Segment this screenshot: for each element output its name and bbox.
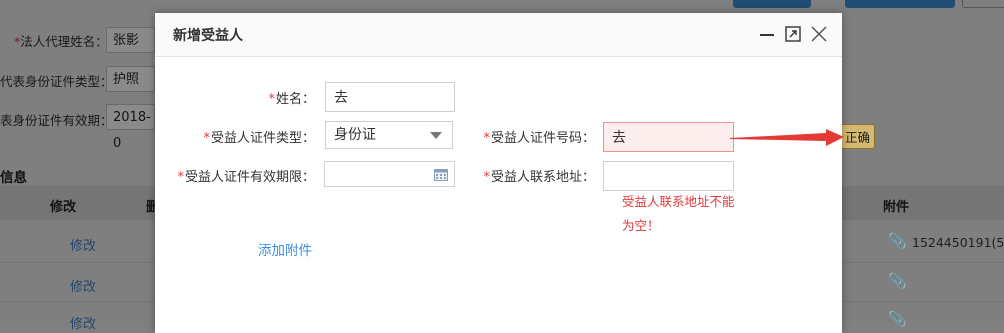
- bg-label-agent-name: *法人代理姓名：: [14, 34, 108, 49]
- bg-section-title: 信息: [0, 170, 27, 186]
- chevron-down-icon: [430, 132, 442, 139]
- dialog-body: *姓名： *受益人证件类型： 身份证 *受益人证件号码： *受益人证件有效期限：: [155, 57, 842, 333]
- paperclip-icon: 📎: [888, 232, 907, 250]
- name-label: *姓名：: [268, 92, 315, 107]
- id-type-selected-value: 身份证: [334, 127, 376, 143]
- id-type-label: *受益人证件类型：: [203, 131, 315, 146]
- bg-label-id-type: 代表身份证件类型：: [0, 74, 113, 89]
- id-validity-date-input[interactable]: [324, 161, 455, 187]
- id-type-select[interactable]: 身份证: [325, 121, 453, 149]
- id-number-input[interactable]: [603, 122, 734, 152]
- paperclip-icon: 📎: [888, 272, 907, 290]
- id-validity-label: *受益人证件有效期限：: [177, 170, 315, 185]
- bg-edit-link[interactable]: 修改: [70, 235, 96, 254]
- maximize-icon[interactable]: [784, 25, 802, 43]
- address-error-line-2: 为空！: [622, 218, 660, 233]
- bg-th-edit: 修改: [50, 200, 77, 215]
- minimize-icon[interactable]: [758, 25, 776, 43]
- bg-th-attachment: 附件: [883, 200, 910, 215]
- id-number-label: *受益人证件号码：: [483, 131, 595, 146]
- close-icon[interactable]: [810, 25, 828, 43]
- dialog-header: 新增受益人: [155, 13, 842, 57]
- top-action-button-3[interactable]: [962, 0, 1004, 8]
- bg-attachment-file[interactable]: 1524450191(5).j: [912, 235, 1004, 250]
- add-attachment-link[interactable]: 添加附件: [258, 239, 312, 259]
- bg-id-validity-field[interactable]: 2018-0: [106, 104, 155, 151]
- bg-correct-button[interactable]: 正确: [840, 124, 876, 149]
- calendar-icon[interactable]: [434, 168, 448, 181]
- annotation-arrow: [730, 129, 844, 146]
- address-input[interactable]: [603, 161, 734, 191]
- top-action-button[interactable]: [733, 0, 811, 8]
- name-input[interactable]: [325, 82, 455, 112]
- paperclip-icon: 📎: [888, 310, 907, 328]
- bg-id-type-field[interactable]: 护照: [106, 66, 155, 92]
- address-label: *受益人联系地址：: [483, 170, 595, 185]
- address-error-message: 受益人联系地址不能 为空！: [622, 190, 742, 238]
- bg-edit-link[interactable]: 修改: [70, 276, 96, 295]
- bg-edit-link[interactable]: 修改: [70, 313, 96, 332]
- address-error-line-1: 受益人联系地址不能: [622, 194, 735, 209]
- dialog-title: 新增受益人: [173, 28, 243, 44]
- add-beneficiary-dialog: 新增受益人 *姓名： *受益人证件类型： 身份证 *受益人证件号码： *受益人证…: [155, 13, 842, 333]
- bg-label-id-validity: 表身份证件有效期：: [0, 113, 113, 128]
- top-action-button-2[interactable]: [845, 0, 955, 8]
- bg-agent-name-field[interactable]: 张影: [106, 27, 155, 53]
